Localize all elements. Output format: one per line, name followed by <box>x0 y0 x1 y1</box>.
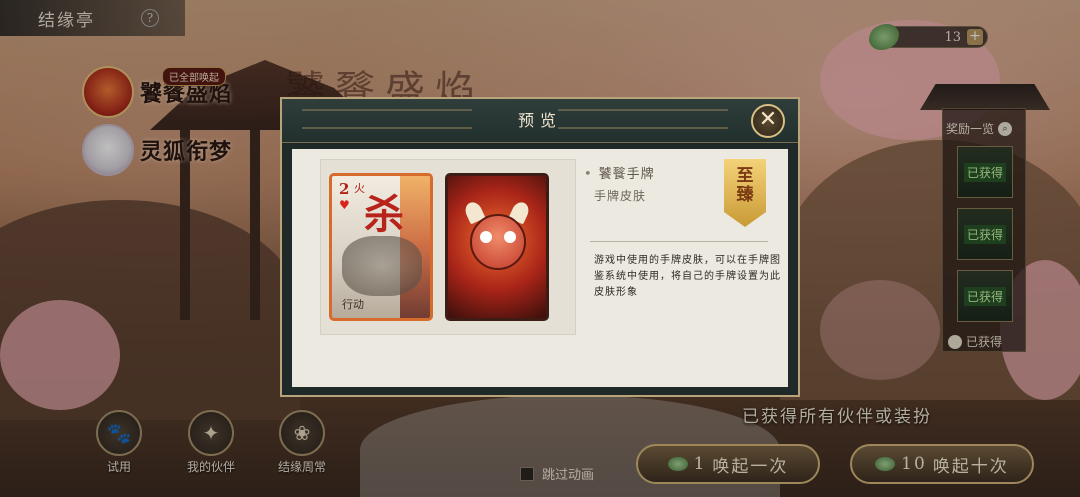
modal-header: 预览 ✕ <box>282 99 798 143</box>
item-description: 游戏中使用的手牌皮肤，可以在手牌图鉴系统中使用，将自己的手牌设置为此皮肤形象 <box>594 255 781 298</box>
card-preview-area: 2 ♥ 杀 火 行动 <box>320 159 576 335</box>
item-name: 饕餮手牌 <box>584 163 655 182</box>
heart-suit-icon: ♥ <box>339 198 350 212</box>
preview-modal: 预览 ✕ 2 ♥ 杀 火 行动 饕餮手牌 手牌皮肤 至 臻 <box>280 97 800 397</box>
rarity-char: 臻 <box>736 185 754 205</box>
divider <box>590 241 768 242</box>
card-number: 2 <box>339 180 350 198</box>
rarity-char: 至 <box>736 166 754 186</box>
modal-title: 预览 <box>517 111 562 130</box>
card-element-char: 火 <box>354 182 365 195</box>
item-type: 手牌皮肤 <box>594 189 647 203</box>
warrior-illustration <box>342 236 422 296</box>
card-main-char: 杀 <box>364 191 404 238</box>
card-action-text: 行动 <box>342 298 364 311</box>
close-icon[interactable]: ✕ <box>751 104 785 138</box>
rarity-badge: 至 臻 <box>724 159 766 227</box>
card-back-preview <box>445 173 549 321</box>
card-front-preview: 2 ♥ 杀 火 行动 <box>329 173 433 321</box>
taotie-eyes <box>480 231 516 243</box>
modal-body: 2 ♥ 杀 火 行动 饕餮手牌 手牌皮肤 至 臻 游戏中使用的手牌皮肤，可以在手… <box>292 149 788 387</box>
